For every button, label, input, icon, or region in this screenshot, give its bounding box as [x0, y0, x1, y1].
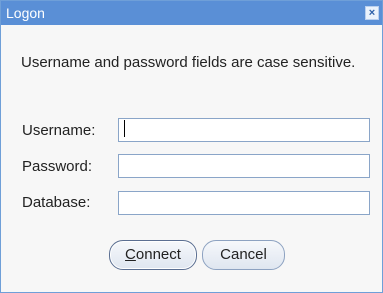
logon-dialog: Logon × Username and password fields are… [0, 0, 383, 293]
close-icon[interactable]: × [365, 6, 379, 20]
username-input[interactable] [118, 118, 370, 142]
database-input[interactable] [118, 191, 370, 215]
password-input[interactable] [118, 154, 370, 178]
database-label: Database: [22, 194, 91, 211]
dialog-title: Logon [6, 5, 45, 21]
dialog-body: Username and password fields are case se… [1, 25, 382, 292]
connect-mnemonic: C [125, 246, 136, 263]
connect-label: onnect [135, 246, 181, 263]
connect-button[interactable]: Connect [109, 240, 197, 270]
cancel-button[interactable]: Cancel [202, 240, 285, 270]
case-sensitivity-message: Username and password fields are case se… [21, 54, 356, 71]
username-label: Username: [22, 122, 96, 139]
title-bar[interactable]: Logon × [1, 1, 382, 25]
text-caret [124, 120, 125, 137]
password-label: Password: [22, 158, 93, 175]
